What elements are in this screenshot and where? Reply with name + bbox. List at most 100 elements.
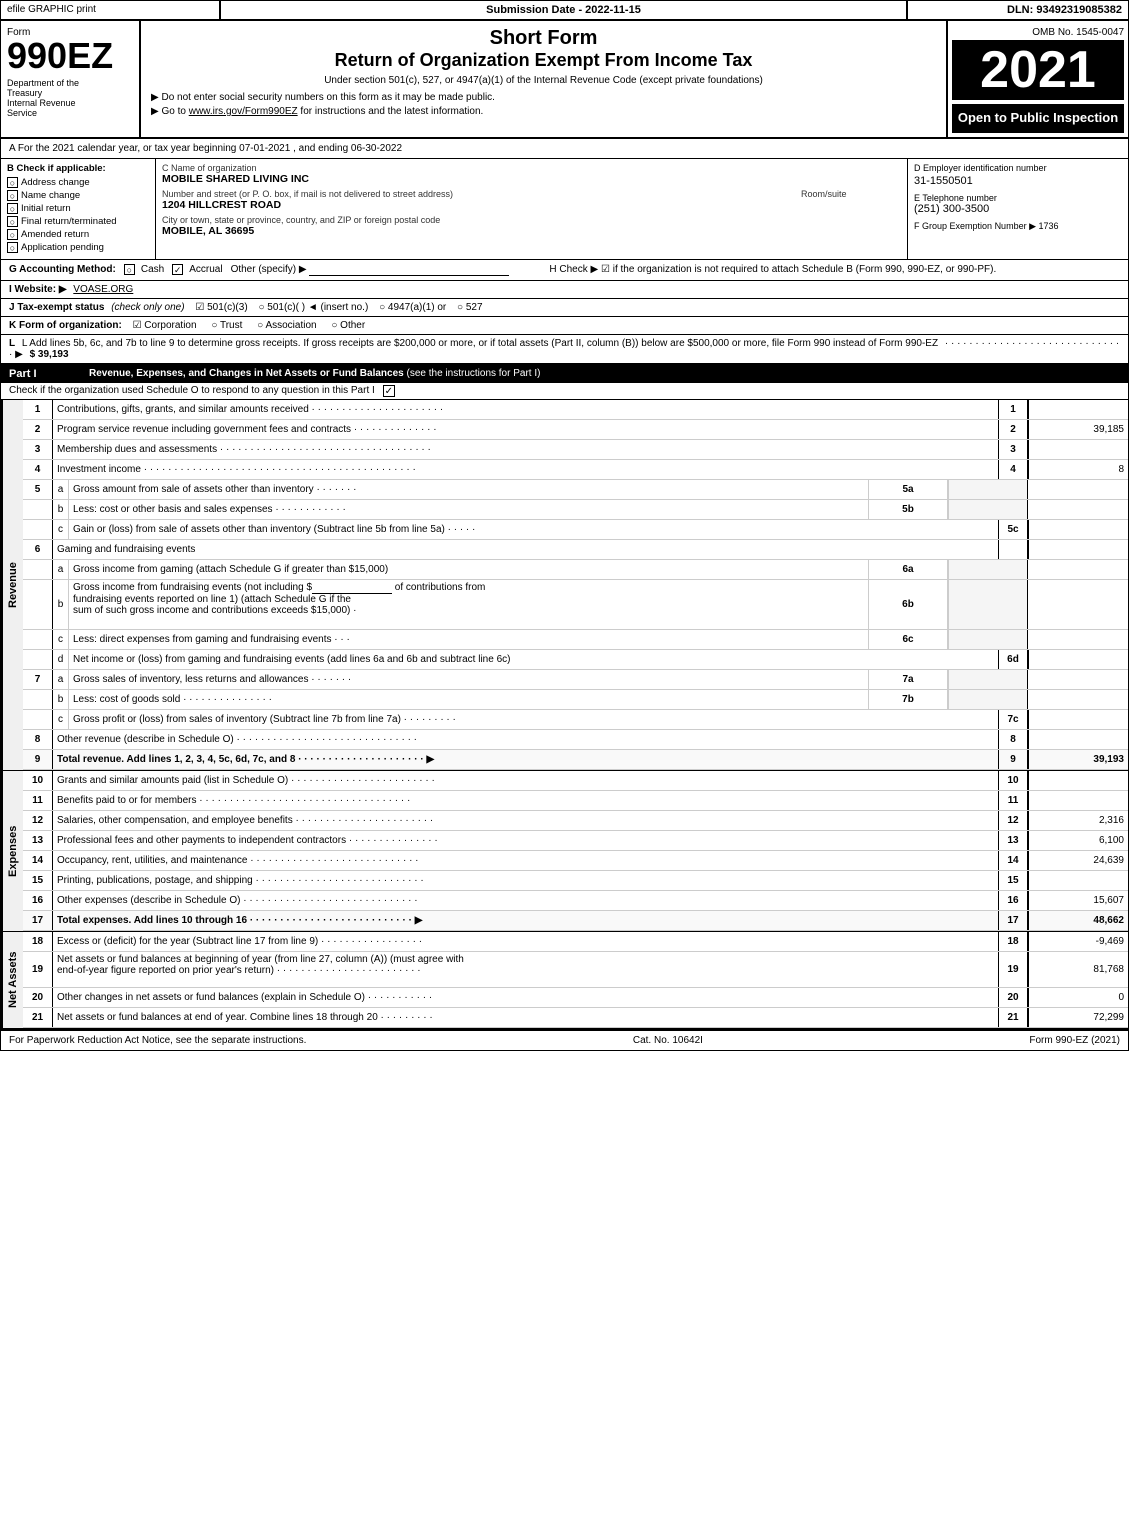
- row-value: [1028, 440, 1128, 459]
- final-return-checkbox[interactable]: ○: [7, 216, 18, 227]
- table-row: 21 Net assets or fund balances at end of…: [23, 1008, 1128, 1028]
- row-desc: Benefits paid to or for members · · · · …: [53, 791, 998, 810]
- row-desc: Occupancy, rent, utilities, and maintena…: [53, 851, 998, 870]
- section-a-text: A For the 2021 calendar year, or tax yea…: [9, 143, 402, 154]
- row-number: 14: [23, 851, 53, 870]
- row-number: 5: [23, 480, 53, 499]
- row-value: 81,768: [1028, 952, 1128, 987]
- revenue-section: Revenue 1 Contributions, gifts, grants, …: [1, 400, 1128, 771]
- row-number: 10: [23, 771, 53, 790]
- row-value: 72,299: [1028, 1008, 1128, 1027]
- row-desc: Investment income · · · · · · · · · · · …: [53, 460, 998, 479]
- row-desc: Gross income from fundraising events (no…: [69, 580, 868, 629]
- box-input: [948, 480, 1028, 499]
- website-label: I Website: ▶: [9, 284, 67, 295]
- row-number: [23, 630, 53, 649]
- address-change-checkbox[interactable]: ○: [7, 177, 18, 188]
- row-value: [1028, 730, 1128, 749]
- box-label: 5b: [868, 500, 948, 519]
- box-label: 7b: [868, 690, 948, 709]
- part1-title: Revenue, Expenses, and Changes in Net As…: [89, 368, 1120, 380]
- cash-checkbox[interactable]: ○: [124, 264, 135, 275]
- initial-return-checkbox[interactable]: ○: [7, 203, 18, 214]
- form-header: Form 990EZ Department of the Treasury In…: [1, 21, 1128, 139]
- line-num: 9: [998, 750, 1028, 769]
- status-501c: ○ 501(c)( ) ◄ (insert no.): [258, 302, 368, 313]
- row-desc: Less: cost of goods sold · · · · · · · ·…: [69, 690, 868, 709]
- table-row: d Net income or (loss) from gaming and f…: [23, 650, 1128, 670]
- table-row: b Less: cost or other basis and sales ex…: [23, 500, 1128, 520]
- status-527: ○ 527: [457, 302, 483, 313]
- row-value: 24,639: [1028, 851, 1128, 870]
- row-number: 16: [23, 891, 53, 910]
- line-num: 5c: [998, 520, 1028, 539]
- row-value: [1028, 630, 1128, 649]
- accounting-row: G Accounting Method: ○ Cash Accrual Othe…: [1, 260, 1128, 281]
- amended-return-checkbox[interactable]: ○: [7, 229, 18, 240]
- row-number: [23, 560, 53, 579]
- row-desc: Gross income from gaming (attach Schedul…: [69, 560, 868, 579]
- line-num: 13: [998, 831, 1028, 850]
- form-990ez: 990EZ: [7, 38, 133, 74]
- city-label: City or town, state or province, country…: [162, 215, 901, 225]
- row-number: 4: [23, 460, 53, 479]
- dln: DLN: 93492319085382: [908, 1, 1128, 19]
- row-desc: Gross sales of inventory, less returns a…: [69, 670, 868, 689]
- final-return-row: ○ Final return/terminated: [7, 216, 149, 227]
- checkbox-column: B Check if applicable: ○ Address change …: [1, 159, 156, 259]
- schedule-check-text: Check if the organization used Schedule …: [9, 385, 375, 396]
- org-city-row: City or town, state or province, country…: [162, 215, 901, 237]
- address-label: Number and street (or P. O. box, if mail…: [162, 189, 793, 199]
- row-sub: b: [53, 500, 69, 519]
- box-label: 5a: [868, 480, 948, 499]
- table-row: 9 Total revenue. Add lines 1, 2, 3, 4, 5…: [23, 750, 1128, 770]
- line-num: 8: [998, 730, 1028, 749]
- row-value: 39,193: [1028, 750, 1128, 769]
- status-4947: ○ 4947(a)(1) or: [379, 302, 446, 313]
- phone-value: (251) 300-3500: [914, 203, 1122, 215]
- accrual-checkbox[interactable]: [172, 264, 183, 275]
- name-change-checkbox[interactable]: ○: [7, 190, 18, 201]
- row-desc: Total revenue. Add lines 1, 2, 3, 4, 5c,…: [53, 750, 998, 769]
- org-address-section: Number and street (or P. O. box, if mail…: [162, 189, 793, 211]
- row-value: [1028, 520, 1128, 539]
- return-title: Return of Organization Exempt From Incom…: [151, 50, 936, 71]
- box-label: 7a: [868, 670, 948, 689]
- paperwork-label: For Paperwork Reduction Act Notice, see …: [9, 1035, 306, 1046]
- row-value: [1028, 791, 1128, 810]
- table-row: 19 Net assets or fund balances at beginn…: [23, 952, 1128, 988]
- address-change-row: ○ Address change: [7, 177, 149, 188]
- schedule-checkbox[interactable]: ✓: [383, 385, 395, 397]
- row-number: 17: [23, 911, 53, 930]
- table-row: 2 Program service revenue including gove…: [23, 420, 1128, 440]
- line-num: 1: [998, 400, 1028, 419]
- row-desc: Membership dues and assessments · · · · …: [53, 440, 998, 459]
- row-value: 39,185: [1028, 420, 1128, 439]
- application-pending-checkbox[interactable]: ○: [7, 242, 18, 253]
- table-row: c Gross profit or (loss) from sales of i…: [23, 710, 1128, 730]
- form-number-section: Form 990EZ Department of the Treasury In…: [1, 21, 141, 137]
- tax-status-label: J Tax-exempt status: [9, 302, 104, 313]
- row-sub: a: [53, 560, 69, 579]
- amended-return-label: Amended return: [21, 229, 89, 240]
- row-number: 9: [23, 750, 53, 769]
- table-row: a Gross income from gaming (attach Sched…: [23, 560, 1128, 580]
- line-num: 14: [998, 851, 1028, 870]
- row-number: 20: [23, 988, 53, 1007]
- net-assets-label: Net Assets: [1, 932, 23, 1028]
- efile-label: efile GRAPHIC print: [1, 1, 221, 19]
- phone-label: E Telephone number: [914, 193, 1122, 203]
- row-number: 12: [23, 811, 53, 830]
- box-input: [948, 580, 1028, 629]
- line-num: 20: [998, 988, 1028, 1007]
- row-sub: c: [53, 710, 69, 729]
- row-number: [23, 650, 53, 669]
- org-corporation: ☑ Corporation: [133, 320, 197, 331]
- gross-receipts-value: $ 39,193: [30, 349, 69, 360]
- row-value: [1028, 670, 1128, 689]
- row-value: 48,662: [1028, 911, 1128, 930]
- row-value: [1028, 540, 1128, 559]
- row-desc: Net income or (loss) from gaming and fun…: [69, 650, 998, 669]
- line-num: 3: [998, 440, 1028, 459]
- row-sub: d: [53, 650, 69, 669]
